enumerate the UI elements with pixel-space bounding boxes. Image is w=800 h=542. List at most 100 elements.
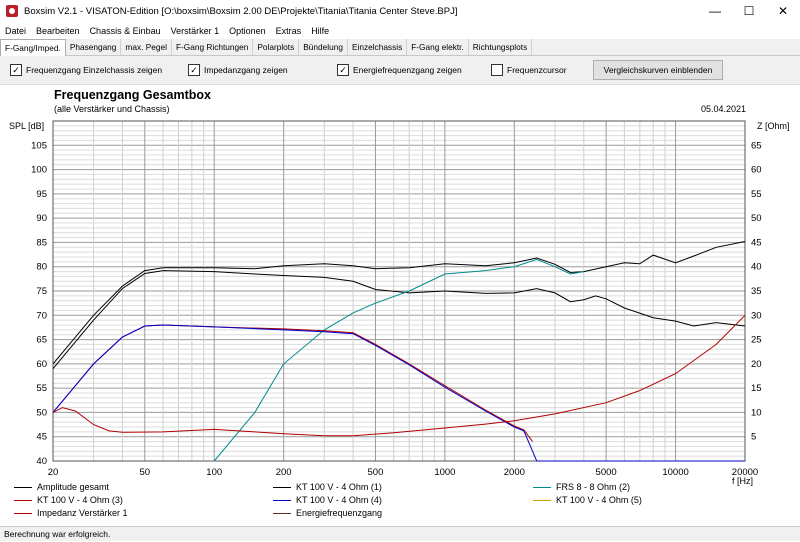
x-tick-label: 20 — [48, 467, 59, 478]
legend-item-energiefrequenzgang: Energiefrequenzgang — [273, 508, 382, 518]
legend-label: KT 100 V - 4 Ohm (4) — [296, 495, 382, 505]
legend-label: KT 100 V - 4 Ohm (3) — [37, 495, 123, 505]
legend-item-frs8-2: FRS 8 - 8 Ohm (2) — [533, 482, 630, 492]
legend-item-kt100-5: KT 100 V - 4 Ohm (5) — [533, 495, 642, 505]
legend-label: Impedanz Verstärker 1 — [37, 508, 128, 518]
y-right-tick-label: 20 — [751, 359, 762, 370]
menu-bearbeiten[interactable]: Bearbeiten — [31, 26, 85, 36]
legend-label: KT 100 V - 4 Ohm (5) — [556, 495, 642, 505]
checkbox-energiefrequenzgang-label: Energiefrequenzgang zeigen — [353, 65, 462, 75]
x-tick-label: 5000 — [596, 467, 617, 478]
menu-bar: Datei Bearbeiten Chassis & Einbau Verstä… — [0, 22, 800, 39]
legend-item-impedanz: Impedanz Verstärker 1 — [14, 508, 128, 518]
y-left-tick-label: 45 — [36, 432, 47, 443]
series-frs8-2 — [213, 258, 584, 462]
legend: Amplitude gesamt KT 100 V - 4 Ohm (1) FR… — [0, 480, 800, 525]
legend-item-kt100-4: KT 100 V - 4 Ohm (4) — [273, 495, 382, 505]
tab-polarplots[interactable]: Polarplots — [253, 39, 300, 55]
window-title: Boxsim V2.1 - VISATON-Edition [O:\boxsim… — [24, 5, 458, 17]
legend-swatch — [273, 486, 291, 488]
x-tick-label: 20000 — [732, 467, 758, 478]
x-tick-label: 200 — [276, 467, 292, 478]
tab-fgang-elektr[interactable]: F-Gang elektr. — [407, 39, 469, 55]
menu-optionen[interactable]: Optionen — [224, 26, 271, 36]
checkbox-energiefrequenzgang-box[interactable]: ✓ — [337, 64, 349, 76]
y-right-tick-label: 35 — [751, 286, 762, 297]
tab-fgang-richtungen[interactable]: F-Gang Richtungen — [172, 39, 254, 55]
x-tick-label: 10000 — [662, 467, 688, 478]
tab-phasengang[interactable]: Phasengang — [66, 39, 122, 55]
menu-chassis-einbau[interactable]: Chassis & Einbau — [85, 26, 166, 36]
y-left-tick-label: 80 — [36, 262, 47, 273]
x-tick-label: 50 — [140, 467, 151, 478]
checkbox-energiefrequenzgang[interactable]: ✓ Energiefrequenzgang zeigen — [337, 64, 462, 76]
checkbox-frequenzcursor[interactable]: Frequenzcursor — [491, 64, 567, 76]
y-right-tick-label: 10 — [751, 407, 762, 418]
checkbox-impedanzgang-box[interactable]: ✓ — [188, 64, 200, 76]
y-right-tick-label: 5 — [751, 432, 756, 443]
y-left-tick-label: 95 — [36, 189, 47, 200]
legend-label: FRS 8 - 8 Ohm (2) — [556, 482, 631, 492]
menu-extras[interactable]: Extras — [271, 26, 307, 36]
y-left-tick-label: 75 — [36, 286, 47, 297]
y-right-tick-label: 30 — [751, 310, 762, 321]
menu-verstaerker[interactable]: Verstärker 1 — [166, 26, 225, 36]
tab-bar: F-Gang/Imped. Phasengang max. Pegel F-Ga… — [0, 39, 800, 57]
y-left-tick-label: 50 — [36, 407, 47, 418]
legend-item-kt100-1: KT 100 V - 4 Ohm (1) — [273, 482, 382, 492]
checkbox-einzelchassis-label: Frequenzgang Einzelchassis zeigen — [26, 65, 163, 75]
tab-einzelchassis[interactable]: Einzelchassis — [348, 39, 408, 55]
maximize-button[interactable]: ☐ — [732, 0, 766, 22]
checkbox-einzelchassis[interactable]: ✓ Frequenzgang Einzelchassis zeigen — [10, 64, 162, 76]
legend-swatch — [533, 499, 551, 501]
frequency-response-chart: 40 45 50 55 60 65 70 75 80 85 90 95 100 105 5 10 15 20 25 3… — [31, 120, 762, 478]
tab-richtungsplots[interactable]: Richtungsplots — [469, 39, 533, 55]
minimize-button[interactable]: — — [698, 0, 732, 22]
legend-swatch — [273, 499, 291, 501]
y-left-tick-label: 60 — [36, 359, 47, 370]
title-bar: Boxsim V2.1 - VISATON-Edition [O:\boxsim… — [0, 0, 800, 22]
x-tick-label: 500 — [368, 467, 384, 478]
tab-fgang-imped[interactable]: F-Gang/Imped. — [0, 39, 66, 57]
plot-area: Frequenzgang Gesamtbox (alle Verstärker … — [0, 84, 800, 527]
legend-swatch — [533, 486, 551, 488]
menu-datei[interactable]: Datei — [0, 26, 31, 36]
menu-hilfe[interactable]: Hilfe — [306, 26, 334, 36]
compare-curves-button[interactable]: Vergleichskurven einblenden — [593, 60, 723, 80]
y-right-tick-label: 40 — [751, 262, 762, 273]
legend-label: KT 100 V - 4 Ohm (1) — [296, 482, 382, 492]
y-right-tick-label: 65 — [751, 140, 762, 151]
x-tick-label: 1000 — [434, 467, 455, 478]
tab-max-pegel[interactable]: max. Pegel — [121, 39, 172, 55]
y-left-tick-label: 70 — [36, 310, 47, 321]
y-right-tick-label: 60 — [751, 165, 762, 176]
checkbox-frequenzcursor-box[interactable] — [491, 64, 503, 76]
legend-swatch — [14, 499, 32, 501]
status-bar: Berechnung war erfolgreich. — [0, 526, 800, 541]
y-right-tick-label: 45 — [751, 237, 762, 248]
checkbox-frequenzcursor-label: Frequenzcursor — [507, 65, 567, 75]
y-left-tick-label: 100 — [31, 165, 47, 176]
y-left-tick-label: 90 — [36, 213, 47, 224]
x-tick-label: 100 — [206, 467, 222, 478]
legend-swatch — [14, 512, 32, 514]
y-right-tick-label: 50 — [751, 213, 762, 224]
tab-buendelung[interactable]: Bündelung — [299, 39, 348, 55]
close-button[interactable]: ✕ — [766, 0, 800, 22]
checkbox-einzelchassis-box[interactable]: ✓ — [10, 64, 22, 76]
legend-swatch — [14, 486, 32, 488]
app-icon — [6, 5, 18, 17]
legend-item-kt100-3: KT 100 V - 4 Ohm (3) — [14, 495, 123, 505]
y-left-tick-label: 65 — [36, 335, 47, 346]
series-amplitude-gesamt — [52, 241, 746, 365]
y-left-tick-label: 105 — [31, 140, 47, 151]
options-bar: ✓ Frequenzgang Einzelchassis zeigen ✓ Im… — [0, 56, 800, 84]
y-left-tick-label: 55 — [36, 383, 47, 394]
y-left-tick-label: 40 — [36, 456, 47, 467]
y-right-tick-label: 15 — [751, 383, 762, 394]
checkbox-impedanzgang[interactable]: ✓ Impedanzgang zeigen — [188, 64, 288, 76]
y-left-tick-label: 85 — [36, 237, 47, 248]
checkbox-impedanzgang-label: Impedanzgang zeigen — [204, 65, 288, 75]
legend-label: Amplitude gesamt — [37, 482, 110, 492]
legend-label: Energiefrequenzgang — [296, 508, 383, 518]
